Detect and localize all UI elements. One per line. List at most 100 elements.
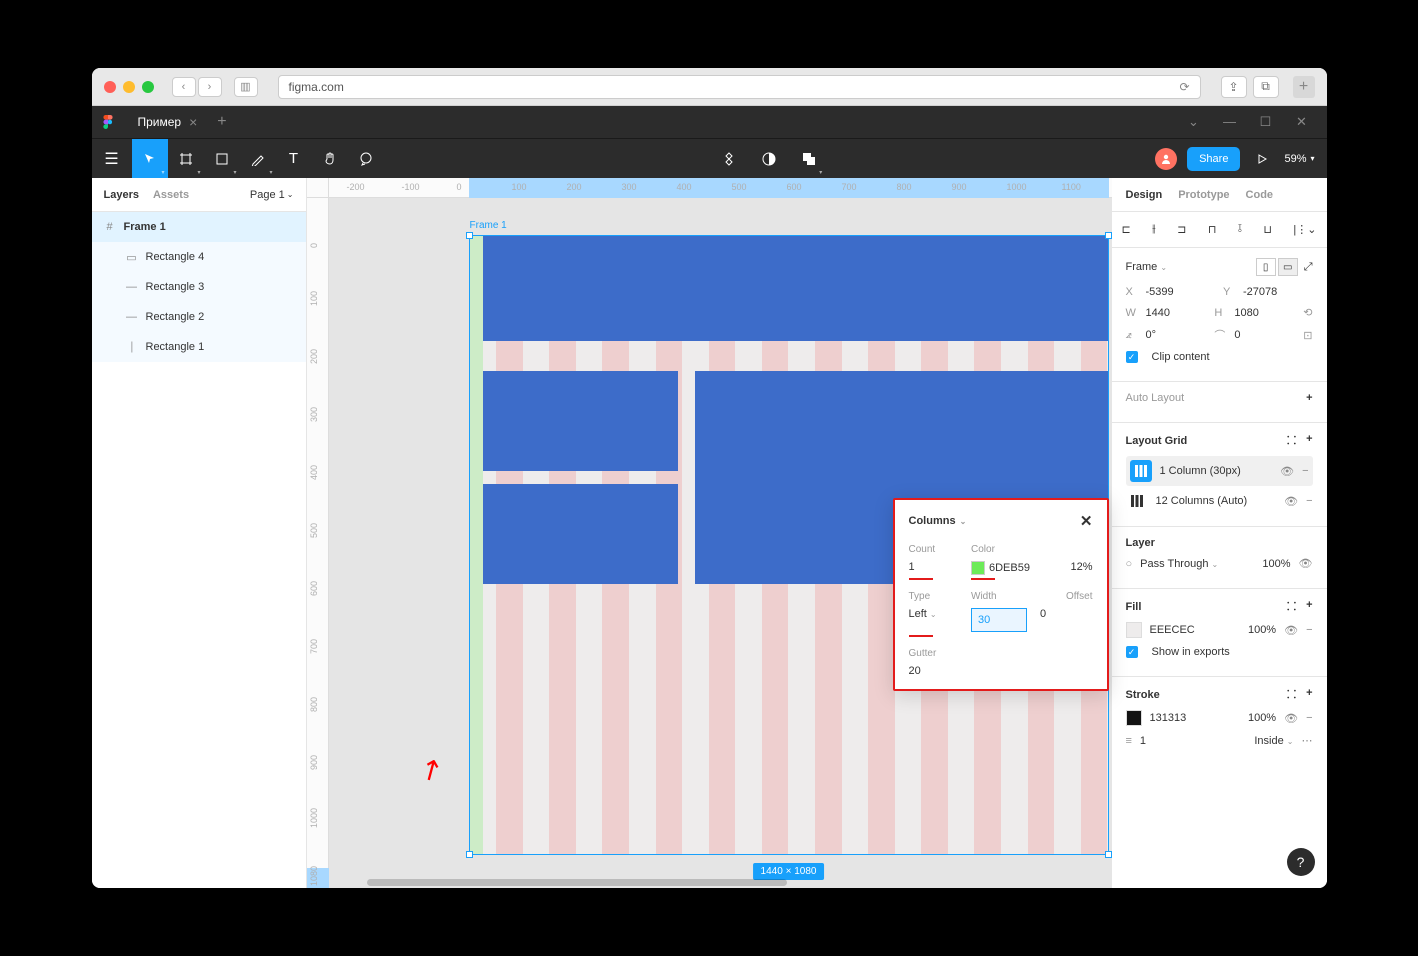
gutter-value[interactable]: 20 <box>909 665 1093 677</box>
visibility-icon[interactable]: 👁 <box>1284 495 1298 508</box>
figma-logo-icon[interactable] <box>100 114 116 130</box>
stroke-weight[interactable]: 1 <box>1140 735 1146 747</box>
remove-icon[interactable]: − <box>1302 465 1308 477</box>
help-button[interactable]: ? <box>1287 848 1315 876</box>
close-tab-icon[interactable]: × <box>189 114 197 130</box>
align-left-icon[interactable]: ⊏ <box>1122 223 1131 236</box>
align-right-icon[interactable]: ⊐ <box>1177 223 1186 236</box>
move-tool-icon[interactable]: ▾ <box>132 139 168 179</box>
zoom-display[interactable]: 59% ▾ <box>1284 153 1314 165</box>
add-icon[interactable]: + <box>1306 599 1312 614</box>
selection-handle[interactable] <box>1105 851 1112 858</box>
add-icon[interactable]: + <box>1306 433 1312 448</box>
visibility-icon[interactable]: 👁 <box>1280 465 1294 478</box>
color-opacity[interactable]: 12% <box>1040 561 1093 575</box>
win-maximize-icon[interactable]: ☐ <box>1257 114 1275 130</box>
stroke-swatch[interactable] <box>1126 710 1142 726</box>
more-icon[interactable]: ⋯ <box>1302 734 1313 747</box>
new-tab-button[interactable]: + <box>1293 76 1315 98</box>
tab-layers[interactable]: Layers <box>104 189 139 201</box>
remove-icon[interactable]: − <box>1306 712 1312 724</box>
align-center-h-icon[interactable]: ⫲ <box>1152 223 1156 236</box>
popup-title[interactable]: Columns ⌄ <box>909 515 967 527</box>
add-icon[interactable]: + <box>1306 392 1312 404</box>
radius-value[interactable]: 0 <box>1234 329 1295 341</box>
selection-handle[interactable] <box>466 851 473 858</box>
hamburger-menu-icon[interactable]: ☰ <box>92 139 132 179</box>
frame-tool-icon[interactable]: ▾ <box>168 139 204 179</box>
scrollbar-horizontal[interactable] <box>367 879 787 886</box>
pen-tool-icon[interactable]: ▾ <box>240 139 276 179</box>
fill-hex[interactable]: EEECEC <box>1150 624 1195 636</box>
win-minimize-icon[interactable]: ― <box>1221 114 1239 130</box>
link-icon[interactable]: ⟲ <box>1303 306 1312 319</box>
shape-tool-icon[interactable]: ▾ <box>204 139 240 179</box>
text-tool-icon[interactable]: T <box>276 139 312 179</box>
present-icon[interactable] <box>1250 139 1274 179</box>
color-value[interactable]: 6DEB59 <box>971 561 1030 575</box>
align-top-icon[interactable]: ⊓ <box>1208 223 1217 236</box>
mask-icon[interactable] <box>753 139 785 179</box>
page-selector[interactable]: Page 1 ⌄ <box>250 189 294 201</box>
add-tab-button[interactable]: + <box>207 113 236 131</box>
layer-item[interactable]: ▭ Rectangle 4 <box>92 242 306 272</box>
add-icon[interactable]: + <box>1306 687 1312 702</box>
layout-grid-item[interactable]: 12 Columns (Auto) 👁 − <box>1126 486 1313 516</box>
stroke-opacity[interactable]: 100% <box>1248 712 1276 724</box>
resize-to-fit-icon[interactable]: ⤢ <box>1304 261 1313 274</box>
rotation-value[interactable]: 0° <box>1146 329 1207 341</box>
frame-type-select[interactable]: Frame ⌄ <box>1126 261 1168 273</box>
selection-handle[interactable] <box>466 232 473 239</box>
width-input[interactable]: 30 <box>971 608 1027 632</box>
styles-icon[interactable]: ⸬ <box>1287 599 1296 614</box>
blend-mode[interactable]: Pass Through ⌄ <box>1140 558 1218 570</box>
portrait-icon[interactable]: ▯ <box>1256 258 1276 276</box>
remove-icon[interactable]: − <box>1306 624 1312 636</box>
hand-tool-icon[interactable] <box>312 139 348 179</box>
sidebar-toggle-icon[interactable]: ▥ <box>234 77 258 97</box>
frame-label[interactable]: Frame 1 <box>470 220 507 231</box>
share-button[interactable]: Share <box>1187 147 1240 171</box>
visibility-icon[interactable]: 👁 <box>1284 712 1298 725</box>
landscape-icon[interactable]: ▭ <box>1278 258 1298 276</box>
close-window-icon[interactable] <box>104 81 116 93</box>
components-icon[interactable] <box>713 139 745 179</box>
maximize-window-icon[interactable] <box>142 81 154 93</box>
win-close-icon[interactable]: ✕ <box>1293 114 1311 130</box>
count-value[interactable]: 1 <box>909 561 962 575</box>
selection-handle[interactable] <box>1105 232 1112 239</box>
visibility-icon[interactable]: 👁 <box>1284 624 1298 637</box>
styles-icon[interactable]: ⸬ <box>1287 687 1296 702</box>
layer-frame[interactable]: # Frame 1 <box>92 212 306 242</box>
align-center-v-icon[interactable]: ⫱ <box>1238 223 1242 236</box>
tab-design[interactable]: Design <box>1126 189 1163 201</box>
file-tab[interactable]: Пример × <box>128 106 208 138</box>
url-bar[interactable]: figma.com ⟳ <box>278 75 1201 99</box>
stroke-hex[interactable]: 131313 <box>1150 712 1187 724</box>
back-button[interactable]: ‹ <box>172 77 196 97</box>
tabs-icon[interactable]: ⧉ <box>1253 76 1279 98</box>
independent-corners-icon[interactable]: ⊡ <box>1303 329 1312 342</box>
distribute-icon[interactable]: |⋮⌄ <box>1293 223 1316 236</box>
chevron-down-icon[interactable]: ⌄ <box>1185 114 1203 130</box>
tab-code[interactable]: Code <box>1246 189 1274 201</box>
reload-icon[interactable]: ⟳ <box>1179 80 1189 94</box>
user-avatar[interactable] <box>1155 148 1177 170</box>
grid-styles-icon[interactable]: ⸬ <box>1287 433 1296 448</box>
tab-assets[interactable]: Assets <box>153 189 189 201</box>
share-icon[interactable]: ⇪ <box>1221 76 1247 98</box>
stroke-position[interactable]: Inside ⌄ <box>1254 735 1293 747</box>
clip-content-row[interactable]: ✓ Clip content <box>1126 351 1313 363</box>
h-value[interactable]: 1080 <box>1234 307 1295 319</box>
y-value[interactable]: -27078 <box>1243 286 1313 298</box>
layer-item[interactable]: — Rectangle 2 <box>92 302 306 332</box>
type-value[interactable]: Left ⌄ <box>909 608 962 632</box>
show-in-exports-row[interactable]: ✓ Show in exports <box>1126 646 1313 658</box>
fill-swatch[interactable] <box>1126 622 1142 638</box>
fill-opacity[interactable]: 100% <box>1248 624 1276 636</box>
boolean-icon[interactable]: ▾ <box>793 139 825 179</box>
rectangle[interactable] <box>483 371 678 471</box>
tab-prototype[interactable]: Prototype <box>1178 189 1229 201</box>
layer-item[interactable]: — Rectangle 1 <box>92 332 306 362</box>
close-icon[interactable]: ✕ <box>1080 512 1093 530</box>
